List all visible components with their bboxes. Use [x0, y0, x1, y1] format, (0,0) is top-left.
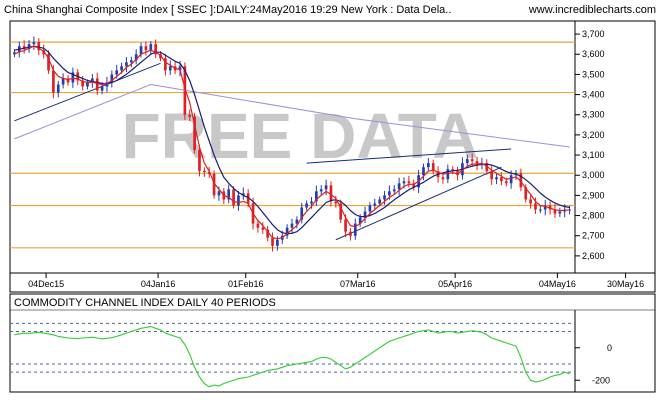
price-y-tick-label: 3,700 — [582, 29, 605, 39]
candle-body — [100, 86, 104, 91]
candle-body — [319, 189, 323, 192]
candle-body — [368, 205, 372, 212]
cci-title: COMMODITY CHANNEL INDEX DAILY 40 PERIODS — [14, 297, 276, 309]
candle-body — [441, 177, 445, 180]
candle-body — [271, 237, 274, 246]
candle-body — [276, 239, 279, 246]
price-y-tick-label: 3,100 — [582, 150, 605, 160]
date-x-tick-label: 04Dec15 — [28, 279, 64, 289]
candle-body — [388, 191, 391, 196]
price-y-tick-label: 2,900 — [582, 190, 605, 200]
candle-body — [558, 211, 562, 214]
candle-body — [203, 170, 206, 173]
candle-body — [290, 223, 294, 228]
price-y-tick-label: 2,800 — [582, 211, 605, 221]
candle-body — [495, 177, 498, 180]
candle-body — [324, 185, 328, 190]
candle-body — [32, 42, 36, 45]
price-y-tick-label: 3,400 — [582, 90, 605, 100]
candle-body — [261, 227, 265, 230]
candle-body — [232, 189, 235, 206]
candle-body — [344, 219, 347, 232]
chart-canvas: China Shanghai Composite Index [ SSEC ]:… — [0, 0, 660, 400]
candle-body — [427, 163, 430, 168]
candle-body — [120, 66, 123, 71]
candle-body — [529, 199, 532, 204]
price-y-tick-label: 3,500 — [582, 69, 605, 79]
candle-body — [256, 223, 260, 228]
candle-body — [115, 70, 119, 75]
candle-body — [61, 78, 65, 85]
candle-body — [500, 177, 503, 182]
site-brand[interactable]: www.incrediblecharts.com — [528, 4, 656, 16]
candle-body — [144, 46, 148, 51]
date-x-tick-label: 04May16 — [539, 279, 576, 289]
candle-body — [446, 169, 450, 180]
candle-body — [349, 231, 352, 236]
candle-body — [465, 159, 469, 164]
watermark: FREE DATA — [122, 100, 479, 172]
date-x-tick-label: 07Mar16 — [340, 279, 376, 289]
candle-body — [217, 191, 221, 196]
candle-body — [56, 84, 60, 93]
candle-body — [397, 183, 401, 190]
candle-body — [139, 46, 143, 55]
candle-body — [422, 167, 425, 176]
date-x-tick-label: 30May16 — [607, 279, 644, 289]
date-x-tick-label: 05Apr16 — [438, 279, 472, 289]
candle-body — [407, 181, 411, 184]
price-y-tick-label: 3,000 — [582, 170, 605, 180]
candle-body — [392, 189, 396, 192]
date-x-tick-label: 01Feb16 — [228, 279, 264, 289]
candle-body — [52, 70, 55, 93]
candle-body — [168, 66, 172, 71]
candle-body — [129, 60, 133, 63]
candle-body — [504, 181, 508, 184]
candle-body — [534, 203, 537, 210]
candle-body — [383, 195, 386, 200]
candle-body — [237, 195, 240, 206]
candle-body — [188, 114, 192, 117]
cci-y-tick-label: -200 — [592, 375, 610, 385]
candle-body — [305, 203, 308, 208]
price-y-tick-label: 3,300 — [582, 110, 605, 120]
candle-body — [509, 175, 513, 184]
price-y-tick-label: 3,600 — [582, 49, 605, 59]
price-y-tick-label: 3,200 — [582, 130, 605, 140]
candle-body — [470, 159, 474, 162]
candle-body — [125, 62, 128, 67]
candle-body — [149, 44, 153, 51]
cci-y-tick-label: 0 — [607, 343, 612, 353]
candle-body — [490, 171, 493, 180]
candle-body — [310, 201, 313, 204]
candle-body — [402, 181, 406, 184]
price-y-tick-label: 2,700 — [582, 231, 605, 241]
candle-body — [198, 150, 201, 171]
candle-body — [378, 199, 381, 204]
date-x-tick-label: 04Jan16 — [141, 279, 176, 289]
candle-body — [95, 78, 99, 91]
chart-title: China Shanghai Composite Index [ SSEC ]:… — [4, 4, 451, 16]
candle-body — [373, 203, 377, 206]
candle-body — [334, 201, 338, 204]
price-y-tick-label: 2,600 — [582, 251, 605, 261]
candle-body — [539, 209, 542, 211]
